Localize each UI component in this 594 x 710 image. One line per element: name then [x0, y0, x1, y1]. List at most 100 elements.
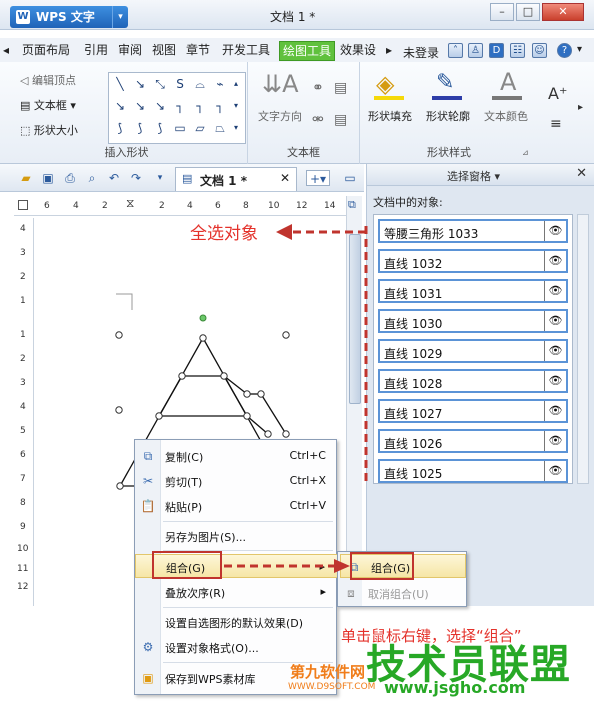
tab-list-icon[interactable]: ▭	[342, 170, 358, 186]
outline-pen-icon[interactable]: ✎	[436, 70, 454, 95]
save-as-image-menu-item[interactable]: 另存为图片(S)...	[135, 524, 338, 548]
eye-icon[interactable]: 👁	[544, 401, 566, 421]
double-arrow-shape-icon[interactable]: ⤡	[151, 75, 169, 93]
tab-developer[interactable]: 开发工具	[222, 41, 270, 61]
app-menu-button[interactable]: W WPS 文字 ▾	[10, 6, 128, 28]
object-list[interactable]: 等腰三角形 1033 👁 直线 1032 👁 直线 1031 👁 直线 1030 👁 直…	[373, 214, 573, 484]
list-item[interactable]: 直线 1026 👁	[378, 429, 568, 453]
arrow-shape-icon[interactable]: ↘	[131, 75, 149, 93]
list-item[interactable]: 直线 1031 👁	[378, 279, 568, 303]
freeform-shape-icon[interactable]: ⌓	[191, 75, 209, 93]
list-item[interactable]: 直线 1032 👁	[378, 249, 568, 273]
list-item[interactable]: 直线 1028 👁	[378, 369, 568, 393]
set-default-effect-menu-item[interactable]: 设置自选图形的默认效果(D)	[135, 610, 338, 634]
trapezoid-shape-icon[interactable]: ⏢	[211, 119, 229, 137]
dialog-launcher-icon[interactable]: ⊿	[522, 148, 529, 157]
pane-scrollbar[interactable]	[577, 214, 589, 484]
restore-button[interactable]: □	[516, 3, 540, 21]
list-item[interactable]: 直线 1027 👁	[378, 399, 568, 423]
text-box-button[interactable]: ▤ 文本框 ▾	[20, 97, 76, 113]
doc-tab[interactable]: ▤ 文档 1 * ✕	[175, 167, 297, 191]
chevron-down-icon[interactable]: ▾	[577, 41, 582, 61]
tab-review[interactable]: 审阅	[118, 41, 142, 61]
curve-shape-icon[interactable]: S	[171, 75, 189, 93]
cut-menu-item[interactable]: ✂ 剪切(T) Ctrl+X	[135, 469, 338, 493]
shape-size-button[interactable]: ⬚ 形状大小	[20, 122, 78, 138]
paste-menu-item[interactable]: 📋 粘贴(P) Ctrl+V	[135, 494, 338, 518]
help-icon[interactable]: ?	[557, 43, 572, 58]
eye-icon[interactable]: 👁	[544, 251, 566, 271]
caret-up-icon[interactable]: ˄	[448, 43, 463, 58]
text-box-link-icon[interactable]: ▤	[334, 80, 347, 96]
eye-icon[interactable]: 👁	[544, 311, 566, 331]
scribble-shape-icon[interactable]: ⌁	[211, 75, 229, 93]
tab-page-layout[interactable]: 页面布局	[22, 41, 70, 61]
gallery-more-icon[interactable]: ▾	[229, 119, 243, 137]
eye-icon[interactable]: 👁	[544, 461, 566, 481]
curved-arrow-icon[interactable]: ⟆	[131, 119, 149, 137]
list-item[interactable]: 等腰三角形 1033 👁	[378, 219, 568, 243]
curved-double-arrow-icon[interactable]: ⟆	[151, 119, 169, 137]
share-icon[interactable]: ☷	[510, 43, 525, 58]
paragraph-align-icon[interactable]: ≡	[550, 116, 562, 132]
eye-icon[interactable]: 👁	[544, 221, 566, 241]
gallery-down-icon[interactable]: ▾	[229, 97, 243, 115]
text-box-unlink-icon[interactable]: ▤	[334, 112, 347, 128]
customize-toolbar-icon[interactable]: ▾	[152, 170, 168, 186]
text-direction-button[interactable]: 文字方向	[258, 108, 302, 124]
list-item[interactable]: 直线 1030 👁	[378, 309, 568, 333]
link-icon[interactable]: ⚭	[312, 80, 324, 96]
connector-arrow-icon[interactable]: ┐	[191, 97, 209, 115]
eye-icon[interactable]: 👁	[544, 431, 566, 451]
fill-bucket-icon[interactable]: ◈	[376, 70, 394, 98]
login-status[interactable]: 未登录	[403, 44, 439, 61]
indent-marker-icon[interactable]: ⧖	[126, 196, 134, 211]
text-direction-icon[interactable]: ⇊A	[262, 70, 299, 98]
line-shape-icon[interactable]: ╲	[111, 75, 129, 93]
redo-icon[interactable]: ↷	[128, 170, 144, 186]
font-size-up-icon[interactable]: A⁺	[548, 84, 567, 103]
text-color-button[interactable]: 文本颜色	[484, 108, 528, 124]
elbow-arrow-icon[interactable]: ↘	[131, 97, 149, 115]
edit-points-button[interactable]: ◁ 编辑顶点	[20, 72, 76, 88]
order-menu-item[interactable]: 叠放次序(R) ▸	[135, 580, 338, 604]
d-app-icon[interactable]: D	[489, 43, 504, 58]
tab-drawing-tools[interactable]: 绘图工具	[279, 41, 336, 61]
eye-icon[interactable]: 👁	[544, 341, 566, 361]
vertical-ruler[interactable]: 4 3 2 1 1 2 3 4 5 6 7 8 9 10 11 12	[14, 218, 34, 606]
tab-scroll-left[interactable]: ◂	[3, 41, 9, 61]
select-objects-icon[interactable]: ⧉	[348, 198, 356, 212]
close-button[interactable]: ✕	[542, 3, 584, 21]
close-icon[interactable]: ✕	[576, 166, 587, 181]
rectangle-shape-icon[interactable]: ▭	[171, 119, 189, 137]
selection-pane-title[interactable]: 选择窗格 ▾	[447, 168, 500, 184]
save-icon[interactable]: ▣	[40, 170, 56, 186]
close-tab-icon[interactable]: ✕	[280, 171, 290, 185]
tab-effects[interactable]: 效果设	[340, 41, 376, 61]
eye-icon[interactable]: 👁	[544, 281, 566, 301]
new-tab-button[interactable]: +▾	[306, 170, 330, 186]
parallelogram-shape-icon[interactable]: ▱	[191, 119, 209, 137]
open-folder-icon[interactable]: ▰	[18, 170, 34, 186]
undo-icon[interactable]: ↶	[106, 170, 122, 186]
gallery-up-icon[interactable]: ▴	[229, 75, 243, 93]
copy-menu-item[interactable]: ⧉ 复制(C) Ctrl+C	[135, 444, 338, 468]
connector-double-arrow-icon[interactable]: ┐	[211, 97, 229, 115]
elbow-double-arrow-icon[interactable]: ↘	[151, 97, 169, 115]
connector-icon[interactable]: ┐	[171, 97, 189, 115]
user-icon[interactable]: ☺	[532, 43, 547, 58]
shape-outline-button[interactable]: 形状轮廓	[426, 108, 470, 124]
eye-icon[interactable]: 👁	[544, 371, 566, 391]
tab-view[interactable]: 视图	[152, 41, 176, 61]
list-item[interactable]: 直线 1029 👁	[378, 339, 568, 363]
shape-fill-button[interactable]: 形状填充	[368, 108, 412, 124]
tab-scroll-right[interactable]: ▸	[386, 41, 392, 61]
unlink-icon[interactable]: ⚮	[312, 112, 324, 128]
print-preview-icon[interactable]: ⌕	[84, 170, 100, 186]
ungroup-submenu-item[interactable]: ⧈ 取消组合(U)	[338, 581, 464, 605]
shirt-icon[interactable]: ♙	[468, 43, 483, 58]
minimize-button[interactable]: –	[490, 3, 514, 21]
tab-references[interactable]: 引用	[84, 41, 108, 61]
ribbon-scroll-right-icon[interactable]: ▸	[578, 102, 583, 113]
list-item[interactable]: 直线 1025 👁	[378, 459, 568, 483]
